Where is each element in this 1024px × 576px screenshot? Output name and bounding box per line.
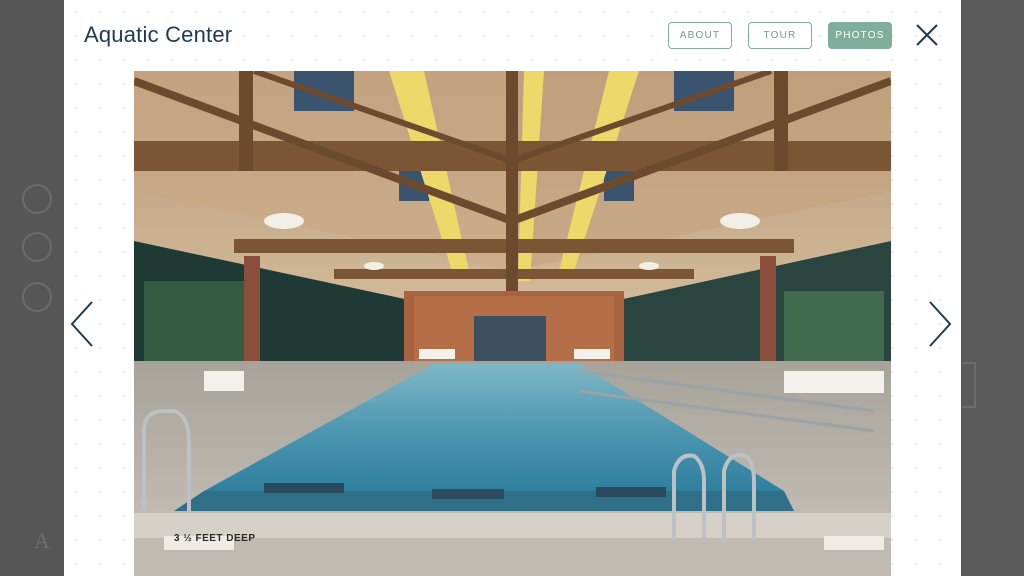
background-icon-3 (22, 282, 52, 312)
tab-photos[interactable]: PHOTOS (828, 22, 892, 49)
tab-tour[interactable]: TOUR (748, 22, 812, 49)
photo-modal: Aquatic Center ABOUT TOUR PHOTOS 3 ½ FEE… (64, 0, 961, 576)
background-icon-2 (22, 232, 52, 262)
background-heading: A (34, 528, 50, 553)
background-sidebar (0, 0, 64, 576)
background-icon-1 (22, 184, 52, 214)
next-photo-button[interactable] (924, 300, 954, 348)
previous-photo-button[interactable] (68, 300, 98, 348)
indoor-pool-image (134, 71, 891, 576)
pool-depth-marker: 3 ½ FEET DEEP (174, 533, 256, 544)
tab-about[interactable]: ABOUT (668, 22, 732, 49)
pool-photo: 3 ½ FEET DEEP (134, 71, 891, 576)
modal-title: Aquatic Center (84, 22, 233, 47)
chevron-left-icon (70, 301, 93, 347)
background-frame (962, 362, 976, 408)
chevron-right-icon (929, 301, 952, 347)
close-button[interactable] (914, 22, 940, 48)
close-icon (916, 24, 938, 46)
